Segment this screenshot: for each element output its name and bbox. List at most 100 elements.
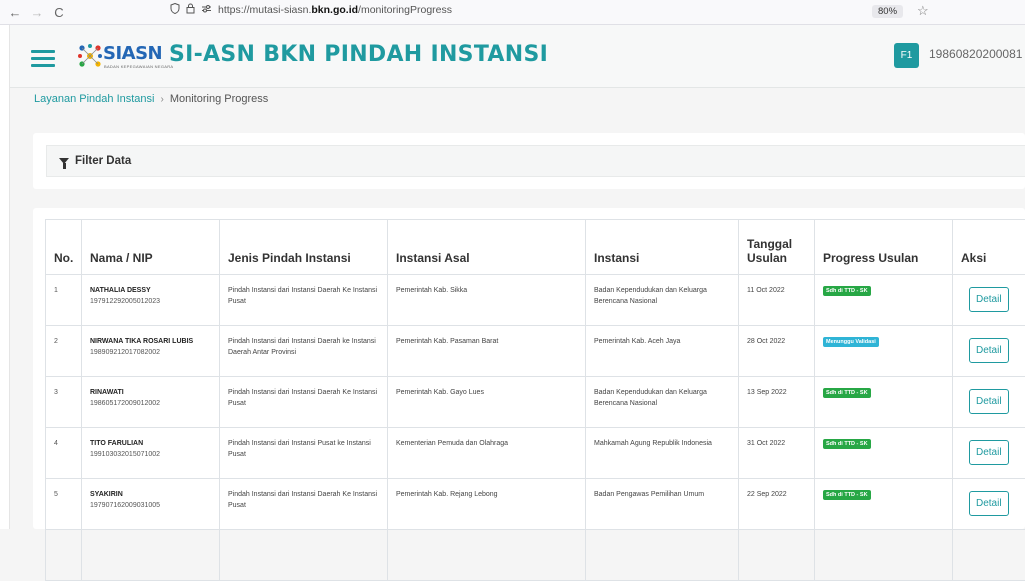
row-nip: 197912292005012023 <box>90 297 211 308</box>
row-nama: RINAWATI <box>90 388 211 399</box>
row-nip: 198909212017082002 <box>90 348 211 359</box>
status-badge: Sdh di TTD - SK <box>823 388 871 398</box>
header-no: No. <box>46 220 82 275</box>
breadcrumb-parent-link[interactable]: Layanan Pindah Instansi <box>34 93 154 105</box>
row-nama-nip: SYAKIRIN197907162009031005 <box>82 479 220 530</box>
bookmark-star-icon[interactable]: ☆ <box>917 3 929 19</box>
row-tanggal: 22 Sep 2022 <box>739 479 815 530</box>
url-path: /monitoringProgress <box>358 4 452 16</box>
breadcrumb-current: Monitoring Progress <box>170 93 268 105</box>
row-nama-nip: NATHALIA DESSY197912292005012023 <box>82 275 220 326</box>
logo-subtext: BADAN KEPEGAWAIAN NEGARA <box>104 64 173 69</box>
row-tanggal <box>739 530 815 581</box>
table-row: 5 SYAKIRIN197907162009031005 Pindah Inst… <box>46 479 1025 530</box>
filter-toggle[interactable]: Filter Data <box>46 145 1025 177</box>
header-instansi: Instansi <box>586 220 739 275</box>
row-nama: NATHALIA DESSY <box>90 286 211 297</box>
row-instansi: Badan Kependudukan dan Keluarga Berencan… <box>586 377 739 428</box>
app-header: SIASN BADAN KEPEGAWAIAN NEGARA SI-ASN BK… <box>10 25 1025 88</box>
forward-icon[interactable]: → <box>26 5 48 20</box>
status-badge: Sdh di TTD - SK <box>823 286 871 296</box>
address-bar[interactable]: https://mutasi-siasn.bkn.go.id/monitorin… <box>170 3 452 17</box>
row-no: 1 <box>46 275 82 326</box>
detail-button[interactable]: Detail <box>969 440 1009 465</box>
permissions-icon[interactable] <box>201 4 212 16</box>
row-instansi: Pemerintah Kab. Aceh Jaya <box>586 326 739 377</box>
row-asal: Pemerintah Kab. Rejang Lebong <box>388 479 586 530</box>
row-tanggal: 28 Oct 2022 <box>739 326 815 377</box>
row-tanggal: 31 Oct 2022 <box>739 428 815 479</box>
siasn-logo: SIASN BADAN KEPEGAWAIAN NEGARA <box>77 39 159 77</box>
filter-label: Filter Data <box>75 155 131 167</box>
hamburger-menu-icon[interactable] <box>31 50 55 67</box>
header-jenis: Jenis Pindah Instansi <box>220 220 388 275</box>
row-aksi: Detail <box>953 428 1025 479</box>
detail-button[interactable]: Detail <box>969 491 1009 516</box>
row-nip: 197907162009031005 <box>90 501 211 512</box>
header-tanggal: Tanggal Usulan <box>739 220 815 275</box>
shield-icon[interactable] <box>170 3 180 17</box>
row-progress <box>815 530 953 581</box>
logo-text: SIASN <box>103 43 162 64</box>
url-text: https://mutasi-siasn.bkn.go.id/monitorin… <box>218 4 452 16</box>
header-aksi: Aksi <box>953 220 1025 275</box>
app-title: SI-ASN BKN PINDAH INSTANSI <box>169 42 548 67</box>
row-nama: SYAKIRIN <box>90 490 211 501</box>
detail-button[interactable]: Detail <box>969 389 1009 414</box>
row-progress: Menunggu Validasi <box>815 326 953 377</box>
monitoring-table-card: No. Nama / NIP Jenis Pindah Instansi Ins… <box>33 208 1025 529</box>
row-instansi: Badan Pengawas Pemilihan Umum <box>586 479 739 530</box>
row-tanggal: 13 Sep 2022 <box>739 377 815 428</box>
avatar[interactable]: F1 <box>894 43 919 68</box>
breadcrumb: Layanan Pindah Instansi › Monitoring Pro… <box>34 93 268 105</box>
left-sidebar-strip <box>0 25 10 529</box>
filter-icon <box>59 158 69 164</box>
row-jenis: Pindah Instansi dari Instansi Daerah Ke … <box>220 377 388 428</box>
table-row: 2 NIRWANA TIKA ROSARI LUBIS1989092120170… <box>46 326 1025 377</box>
row-jenis: Pindah Instansi dari Instansi Daerah ke … <box>220 326 388 377</box>
table-row: 3 RINAWATI198605172009012002 Pindah Inst… <box>46 377 1025 428</box>
filter-card: Filter Data <box>33 133 1025 189</box>
detail-button[interactable]: Detail <box>969 287 1009 312</box>
row-no: 3 <box>46 377 82 428</box>
row-progress: Sdh di TTD - SK <box>815 377 953 428</box>
row-nip: 199103032015071002 <box>90 450 211 461</box>
detail-button[interactable]: Detail <box>969 338 1009 363</box>
row-nama-nip <box>82 530 220 581</box>
lock-icon[interactable] <box>186 3 195 17</box>
row-aksi: Detail <box>953 377 1025 428</box>
url-domain: bkn.go.id <box>311 4 358 16</box>
row-nama-nip: RINAWATI198605172009012002 <box>82 377 220 428</box>
row-aksi: Detail <box>953 326 1025 377</box>
row-aksi <box>953 530 1025 581</box>
table-row: 1 NATHALIA DESSY197912292005012023 Pinda… <box>46 275 1025 326</box>
back-icon[interactable]: ← <box>4 5 26 20</box>
row-jenis: Pindah Instansi dari Instansi Daerah Ke … <box>220 275 388 326</box>
username[interactable]: 19860820200081 <box>929 47 1022 61</box>
logo-mark-icon <box>77 43 103 69</box>
row-no: 5 <box>46 479 82 530</box>
status-badge: Sdh di TTD - SK <box>823 439 871 449</box>
browser-toolbar: ← → C https://mutasi-siasn.bkn.go.id/mon… <box>0 0 1025 25</box>
row-aksi: Detail <box>953 479 1025 530</box>
row-jenis: Pindah Instansi dari Instansi Daerah Ke … <box>220 479 388 530</box>
status-badge: Menunggu Validasi <box>823 337 879 347</box>
row-nama: TITO FARULIAN <box>90 439 211 450</box>
row-asal: Pemerintah Kab. Sikka <box>388 275 586 326</box>
reload-icon[interactable]: C <box>48 5 70 20</box>
row-instansi: Mahkamah Agung Republik Indonesia <box>586 428 739 479</box>
row-progress: Sdh di TTD - SK <box>815 275 953 326</box>
row-instansi: Badan Kependudukan dan Keluarga Berencan… <box>586 275 739 326</box>
row-jenis: Pindah Instansi dari Instansi Pusat ke I… <box>220 428 388 479</box>
row-jenis <box>220 530 388 581</box>
row-asal <box>388 530 586 581</box>
row-tanggal: 11 Oct 2022 <box>739 275 815 326</box>
row-nip: 198605172009012002 <box>90 399 211 410</box>
table-header-row: No. Nama / NIP Jenis Pindah Instansi Ins… <box>46 220 1025 275</box>
zoom-indicator[interactable]: 80% <box>872 5 903 18</box>
row-asal: Kementerian Pemuda dan Olahraga <box>388 428 586 479</box>
row-instansi <box>586 530 739 581</box>
url-prefix: https://mutasi-siasn. <box>218 4 311 16</box>
table-row <box>46 530 1025 581</box>
table-row: 4 TITO FARULIAN199103032015071002 Pindah… <box>46 428 1025 479</box>
